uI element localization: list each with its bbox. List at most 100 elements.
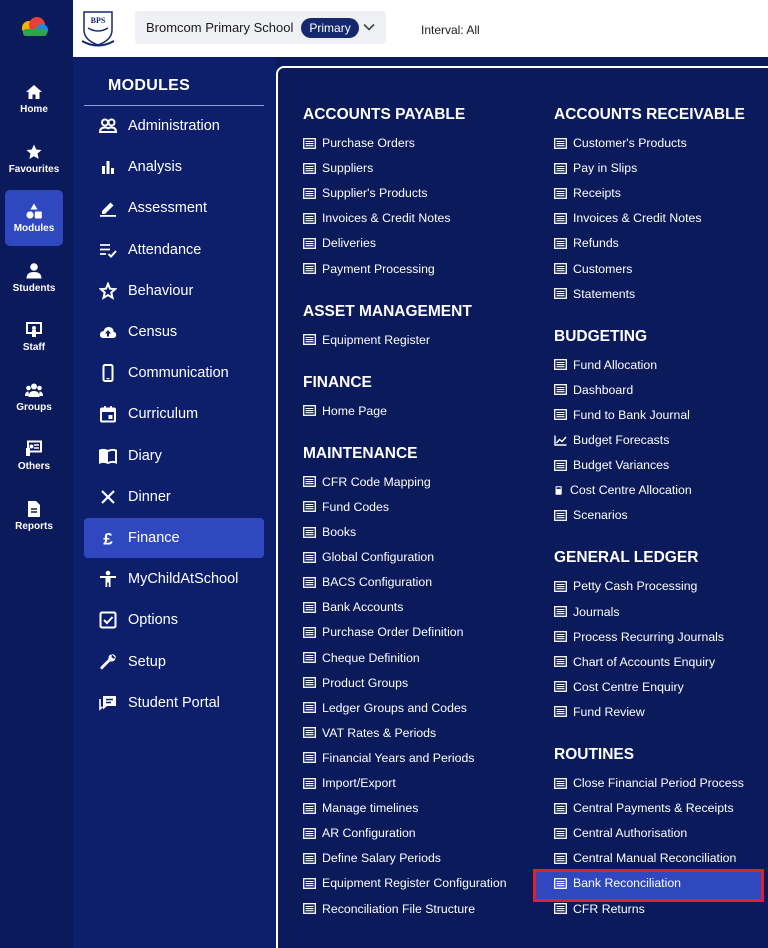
menu-link-petty-cash-processing[interactable]: Petty Cash Processing <box>554 575 697 597</box>
menu-link-financial-years-and-periods[interactable]: Financial Years and Periods <box>303 747 474 769</box>
menu-link-define-salary-periods[interactable]: Define Salary Periods <box>303 847 441 869</box>
module-behaviour[interactable]: Behaviour <box>84 271 264 311</box>
link-label: Close Financial Period Process <box>573 776 744 790</box>
menu-link-bank-reconciliation[interactable]: Bank Reconciliation <box>554 872 681 894</box>
rail-staff[interactable]: Staff <box>5 309 63 365</box>
menu-link-refunds[interactable]: Refunds <box>554 232 619 254</box>
menu-link-vat-rates-periods[interactable]: VAT Rates & Periods <box>303 722 436 744</box>
module-administration[interactable]: Administration <box>84 106 264 146</box>
rail-students[interactable]: Students <box>5 250 63 306</box>
module-assessment[interactable]: Assessment <box>84 188 264 228</box>
menu-link-import-export[interactable]: Import/Export <box>303 772 396 794</box>
module-label: Assessment <box>128 200 207 217</box>
menu-link-dashboard[interactable]: Dashboard <box>554 379 633 401</box>
link-label: Purchase Orders <box>322 136 415 150</box>
menu-link-ledger-groups-and-codes[interactable]: Ledger Groups and Codes <box>303 697 467 719</box>
menu-link-cheque-definition[interactable]: Cheque Definition <box>303 647 420 669</box>
menu-link-suppliers[interactable]: Suppliers <box>303 157 373 179</box>
list-icon <box>303 677 316 689</box>
menu-link-budget-forecasts[interactable]: Budget Forecasts <box>554 429 669 451</box>
menu-link-journals[interactable]: Journals <box>554 601 619 623</box>
bromcom-cloud-logo-icon[interactable] <box>18 16 50 38</box>
module-student-portal[interactable]: Student Portal <box>84 683 264 723</box>
menu-link-process-recurring-journals[interactable]: Process Recurring Journals <box>554 626 724 648</box>
link-label: Equipment Register <box>322 332 430 347</box>
list-icon <box>554 409 567 421</box>
menu-link-bank-accounts[interactable]: Bank Accounts <box>303 596 403 618</box>
rail-others[interactable]: Others <box>5 428 63 484</box>
module-analysis[interactable]: Analysis <box>84 147 264 187</box>
rail-home[interactable]: Home <box>5 71 63 127</box>
menu-link-cost-centre-enquiry[interactable]: Cost Centre Enquiry <box>554 676 684 698</box>
rail-groups[interactable]: Groups <box>5 369 63 425</box>
school-selector[interactable]: Bromcom Primary School Primary <box>135 11 386 44</box>
menu-link-reconciliation-file-structure[interactable]: Reconciliation File Structure <box>303 898 475 920</box>
menu-link-product-groups[interactable]: Product Groups <box>303 672 408 694</box>
menu-link-supplier-s-products[interactable]: Supplier's Products <box>303 182 428 204</box>
rail-favourites[interactable]: Favourites <box>5 131 63 187</box>
svg-text:£: £ <box>103 530 113 548</box>
menu-link-books[interactable]: Books <box>303 521 356 543</box>
list-icon <box>303 877 316 889</box>
menu-link-customer-s-products[interactable]: Customer's Products <box>554 132 687 154</box>
menu-link-close-financial-period-process[interactable]: Close Financial Period Process <box>554 772 744 794</box>
list-icon <box>554 903 567 914</box>
menu-link-fund-codes[interactable]: Fund Codes <box>303 496 389 518</box>
module-options[interactable]: Options <box>84 600 264 640</box>
module-attendance[interactable]: Attendance <box>84 230 264 270</box>
module-diary[interactable]: Diary <box>84 436 264 476</box>
module-census[interactable]: Census <box>84 312 264 352</box>
menu-link-pay-in-slips[interactable]: Pay in Slips <box>554 157 637 179</box>
rail-modules[interactable]: Modules <box>5 190 63 246</box>
section-title-general-ledger: GENERAL LEDGER <box>554 549 699 567</box>
menu-link-invoices-credit-notes[interactable]: Invoices & Credit Notes <box>554 207 702 229</box>
link-label: Budget Forecasts <box>573 433 670 447</box>
list-icon <box>303 601 316 613</box>
list-icon <box>554 877 567 889</box>
menu-link-receipts[interactable]: Receipts <box>554 182 621 204</box>
menu-link-cfr-returns[interactable]: CFR Returns <box>554 898 645 920</box>
module-mychildatschool[interactable]: MyChildAtSchool <box>84 559 264 599</box>
menu-link-invoices-credit-notes[interactable]: Invoices & Credit Notes <box>303 207 451 229</box>
menu-link-budget-variances[interactable]: Budget Variances <box>554 454 669 476</box>
module-dinner[interactable]: Dinner <box>84 477 264 517</box>
menu-link-ar-configuration[interactable]: AR Configuration <box>303 822 416 844</box>
menu-link-central-authorisation[interactable]: Central Authorisation <box>554 822 687 844</box>
menu-link-fund-allocation[interactable]: Fund Allocation <box>554 354 657 376</box>
menu-link-chart-of-accounts-enquiry[interactable]: Chart of Accounts Enquiry <box>554 651 715 673</box>
menu-link-home-page[interactable]: Home Page <box>303 400 387 422</box>
modules-heading: MODULES <box>108 77 191 94</box>
menu-link-deliveries[interactable]: Deliveries <box>303 232 376 254</box>
menu-link-cfr-code-mapping[interactable]: CFR Code Mapping <box>303 471 431 493</box>
module-setup[interactable]: Setup <box>84 642 264 682</box>
menu-link-equipment-register[interactable]: Equipment Register <box>303 329 430 351</box>
menu-link-cost-centre-allocation[interactable]: Cost Centre Allocation <box>554 479 692 501</box>
menu-link-fund-review[interactable]: Fund Review <box>554 701 645 723</box>
module-finance[interactable]: £ Finance <box>84 518 264 558</box>
rail-label: Home <box>20 104 48 115</box>
module-communication[interactable]: Communication <box>84 353 264 393</box>
menu-link-purchase-order-definition[interactable]: Purchase Order Definition <box>303 621 463 643</box>
menu-link-payment-processing[interactable]: Payment Processing <box>303 258 435 280</box>
list-icon <box>554 509 567 521</box>
link-label: Supplier's Products <box>322 186 428 201</box>
menu-link-central-manual-reconciliation[interactable]: Central Manual Reconciliation <box>554 847 736 869</box>
menu-link-equipment-register-configuration[interactable]: Equipment Register Configuration <box>303 872 507 894</box>
link-label: VAT Rates & Periods <box>322 725 437 740</box>
menu-link-purchase-orders[interactable]: Purchase Orders <box>303 132 415 154</box>
menu-link-fund-to-bank-journal[interactable]: Fund to Bank Journal <box>554 404 690 426</box>
link-label: Define Salary Periods <box>322 851 441 866</box>
menu-link-customers[interactable]: Customers <box>554 258 632 280</box>
menu-link-statements[interactable]: Statements <box>554 283 635 305</box>
menu-link-manage-timelines[interactable]: Manage timelines <box>303 797 418 819</box>
menu-link-central-payments-receipts[interactable]: Central Payments & Receipts <box>554 797 734 819</box>
menu-link-scenarios[interactable]: Scenarios <box>554 504 628 526</box>
module-label: Curriculum <box>128 406 199 423</box>
list-icon <box>554 580 567 592</box>
link-label: Suppliers <box>322 161 374 176</box>
module-curriculum[interactable]: Curriculum <box>84 394 264 434</box>
menu-link-bacs-configuration[interactable]: BACS Configuration <box>303 571 432 593</box>
menu-link-global-configuration[interactable]: Global Configuration <box>303 546 434 568</box>
link-label: Process Recurring Journals <box>573 629 725 644</box>
rail-reports[interactable]: Reports <box>5 488 63 544</box>
